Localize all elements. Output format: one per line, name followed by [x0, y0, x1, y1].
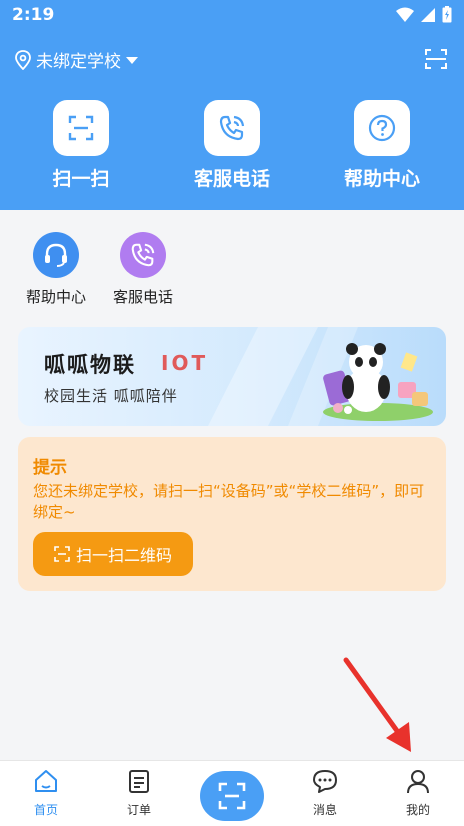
tip-text: 您还未绑定学校，请扫一扫“设备码”或“学校二维码”，即可绑定~ — [33, 482, 425, 521]
tab-orders-label: 订单 — [126, 803, 151, 817]
shortcut-help-center[interactable]: 帮助中心 — [14, 232, 98, 307]
tab-home-label: 首页 — [33, 803, 58, 817]
school-name: 未绑定学校 — [36, 52, 121, 72]
tab-profile[interactable]: 我的 — [383, 767, 453, 818]
scan-qr-button[interactable]: 扫一扫二维码 — [33, 532, 193, 576]
wifi-icon — [396, 7, 414, 22]
promo-banner[interactable]: 呱呱物联 IOT 校园生活 呱呱陪伴 — [18, 327, 446, 426]
tab-home[interactable]: 首页 — [11, 767, 81, 818]
signal-icon — [421, 7, 435, 22]
tip-card: 提示 您还未绑定学校，请扫一扫“设备码”或“学校二维码”，即可绑定~ 扫一扫二维… — [18, 437, 446, 591]
panda-mascot-illustration — [323, 343, 433, 421]
tip-title: 提示 — [33, 458, 67, 478]
shortcut-help-label: 帮助中心 — [25, 288, 86, 306]
status-bar: 2:19 — [0, 0, 464, 32]
banner-tag: IOT — [161, 351, 209, 375]
phone-icon — [219, 115, 245, 141]
scan-qr-button-label: 扫一扫二维码 — [75, 546, 172, 565]
battery-icon — [442, 6, 452, 23]
quick-help-button[interactable]: 帮助中心 — [322, 100, 442, 191]
quick-phone-label: 客服电话 — [193, 168, 270, 190]
help-icon — [368, 114, 396, 142]
school-selector[interactable]: 未绑定学校 — [14, 47, 139, 72]
scan-icon — [68, 115, 94, 141]
tab-orders[interactable]: 订单 — [104, 767, 174, 818]
scan-icon[interactable] — [424, 47, 448, 71]
quick-scan-label: 扫一扫 — [52, 168, 110, 190]
quick-help-label: 帮助中心 — [343, 168, 420, 190]
quick-phone-button[interactable]: 客服电话 — [172, 100, 292, 191]
shortcut-phone-label: 客服电话 — [112, 288, 173, 306]
bottom-tab-bar: 首页 订单 消息 我的 — [0, 760, 464, 826]
header: 2:19 未绑定学校 扫一扫 客服电话 帮助中心 — [0, 0, 464, 210]
scan-icon — [54, 546, 70, 562]
tab-scan-button[interactable] — [200, 771, 264, 821]
banner-subtitle: 校园生活 呱呱陪伴 — [44, 387, 178, 405]
tab-messages-label: 消息 — [312, 803, 337, 817]
home-icon — [35, 770, 57, 792]
banner-title: 呱呱物联 — [44, 353, 136, 377]
headset-icon — [45, 243, 67, 267]
order-icon — [129, 770, 149, 793]
quick-scan-button[interactable]: 扫一扫 — [21, 100, 141, 191]
location-icon — [15, 49, 31, 70]
status-time: 2:19 — [12, 5, 55, 25]
shortcut-phone[interactable]: 客服电话 — [101, 232, 185, 307]
message-icon — [313, 770, 337, 793]
scan-icon — [218, 782, 246, 810]
tab-messages[interactable]: 消息 — [290, 767, 360, 818]
user-icon — [407, 770, 429, 794]
chevron-down-icon — [126, 56, 138, 64]
phone-icon — [131, 243, 155, 267]
tab-profile-label: 我的 — [405, 803, 430, 817]
